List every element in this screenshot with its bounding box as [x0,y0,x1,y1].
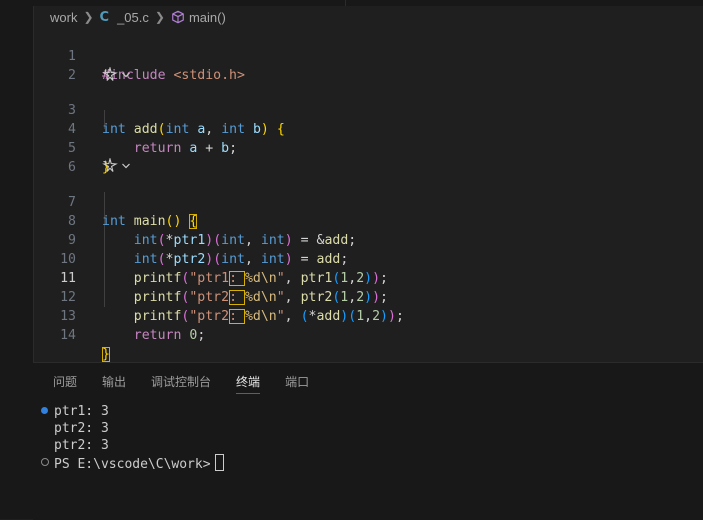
activity-bar-strip [0,0,34,519]
code-line[interactable]: 4 return a + b; [33,101,703,156]
chevron-down-icon[interactable] [120,69,132,81]
tab-bar-edge [33,0,703,6]
code-line[interactable]: 14 } [33,307,703,362]
copilot-sparkle-icon[interactable] [102,157,118,174]
code-line[interactable]: 6 [33,139,703,175]
code-line[interactable]: 5 } [33,120,703,175]
symbol-method-icon [172,10,184,24]
tab-terminal[interactable]: 终端 [236,363,261,401]
code-editor[interactable]: 1 #include <stdio.h> 2 3 int add(int a, … [33,28,703,362]
terminal-cursor [214,454,224,471]
code-line[interactable]: 10 printf("ptr1: %d\n", ptr1(1,2)); [33,231,703,286]
code-line[interactable]: 12 printf("ptr2: %d\n", (*add)(1,2)); [33,269,703,324]
terminal-prompt-line[interactable]: PS E:\vscode\C\work> [54,454,224,472]
tab-divider [345,0,346,6]
code-line[interactable]: 3 int add(int a, int b) { [33,82,703,137]
code-text: return 0; [133,328,206,343]
line-number: 14 [60,328,76,343]
terminal-prompt: PS E:\vscode\C\work> [54,457,211,472]
bottom-panel: 问题 输出 调试控制台 终端 端口 ptr1: 3 ptr2: 3 ptr2: … [33,362,703,520]
tab-problems[interactable]: 问题 [53,363,77,401]
terminal-output-line: ptr2: 3 [54,421,109,436]
tab-output[interactable]: 输出 [102,363,126,401]
chevron-right-icon: ❯ [154,10,165,24]
code-line[interactable]: 7 int main() { [33,174,703,229]
c-file-icon: C [99,9,110,25]
breadcrumb-symbol[interactable]: main() [189,10,226,25]
code-line[interactable]: 8 int(*ptr1)(int, int) = &add; [33,193,703,248]
code-line[interactable]: 9 int(*ptr2)(int, int) = add; [33,212,703,267]
command-decoration-icon[interactable] [41,458,49,466]
terminal-output-line: ptr1: 3 [54,404,109,419]
code-line[interactable]: 13 return 0; [33,288,703,343]
chevron-right-icon: ❯ [83,10,94,24]
copilot-codelens[interactable] [102,156,132,175]
tab-ports[interactable]: 端口 [285,363,309,401]
breadcrumb-file[interactable]: _05.c [117,10,149,25]
tab-debug-console[interactable]: 调试控制台 [151,363,211,401]
terminal-output-line: ptr2: 3 [54,438,109,453]
panel-tabs: 问题 输出 调试控制台 终端 端口 [33,363,703,401]
code-line[interactable]: 2 [33,47,703,83]
chevron-down-icon[interactable] [120,160,132,172]
copilot-sparkle-icon[interactable] [102,66,118,83]
command-success-decoration-icon[interactable] [41,407,48,414]
code-line[interactable]: 1 #include <stdio.h> [33,28,703,83]
breadcrumb: work ❯ C _05.c ❯ main() [33,7,703,27]
breadcrumb-folder[interactable]: work [50,10,77,25]
code-line-active[interactable]: 11 printf("ptr2: %d\n", ptr2(1,2)); [33,250,703,305]
